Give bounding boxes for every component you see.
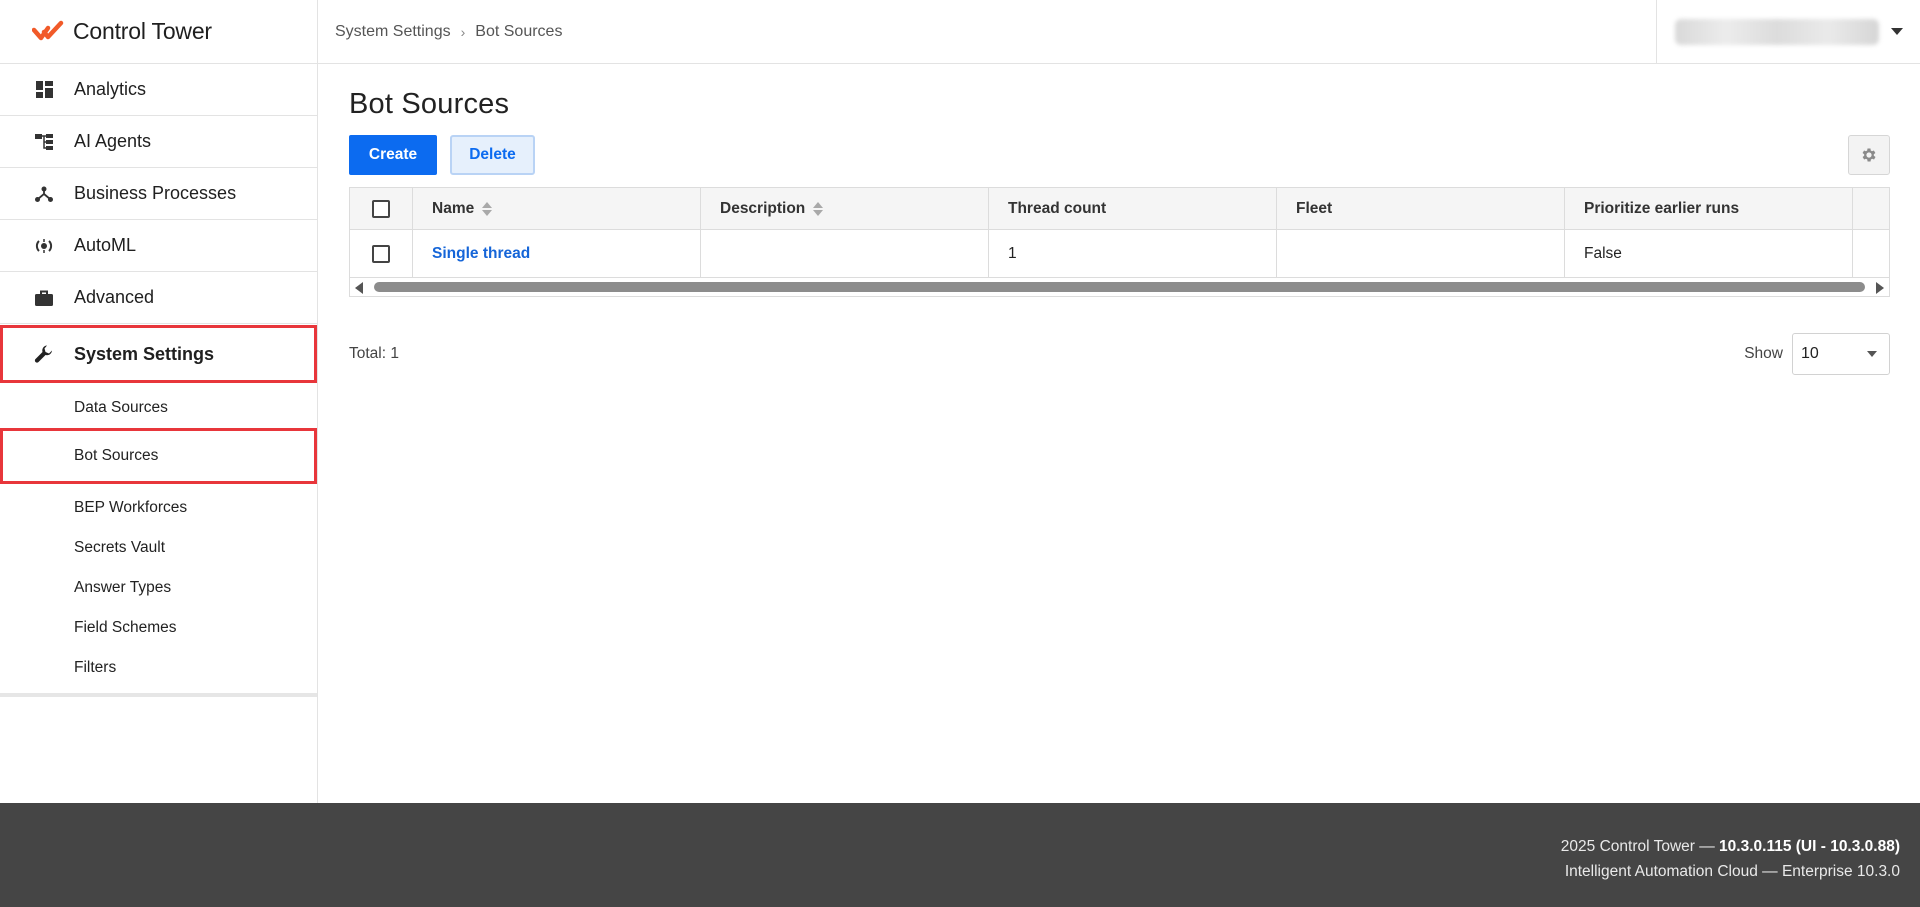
cell-thread-count: 1 bbox=[989, 230, 1277, 277]
table-header-row: Name Description Thread count Fleet Prio… bbox=[350, 188, 1889, 230]
create-button[interactable]: Create bbox=[349, 135, 437, 175]
sidebar-item-automl[interactable]: AutoML bbox=[0, 220, 317, 272]
submenu-item-filters[interactable]: Filters bbox=[0, 648, 317, 688]
wrench-icon bbox=[34, 344, 54, 364]
column-header-label: Prioritize earlier runs bbox=[1584, 199, 1740, 217]
total-count: Total: 1 bbox=[349, 345, 399, 362]
header-checkbox-cell bbox=[350, 188, 413, 229]
scroll-right-icon[interactable] bbox=[1876, 282, 1884, 294]
sidebar-item-label: AI Agents bbox=[74, 131, 152, 151]
sidebar-item-advanced[interactable]: Advanced bbox=[0, 272, 317, 324]
column-header-prioritize-earlier-runs: Prioritize earlier runs bbox=[1565, 188, 1853, 229]
cell-description bbox=[701, 230, 989, 277]
cell-prioritize-earlier-runs: False bbox=[1565, 230, 1853, 277]
breadcrumb-parent-link[interactable]: System Settings bbox=[335, 23, 451, 41]
control-tower-logo-icon bbox=[32, 20, 64, 40]
sidebar-item-label: System Settings bbox=[74, 343, 215, 364]
pagination-bar: Total: 1 Show 10 bbox=[349, 333, 1890, 375]
sort-icon bbox=[482, 201, 493, 216]
submenu-item-secrets-vault[interactable]: Secrets Vault bbox=[0, 528, 317, 568]
automl-icon bbox=[34, 236, 54, 256]
hierarchy-icon bbox=[34, 132, 54, 152]
sidebar-item-system-settings[interactable]: System Settings bbox=[0, 325, 317, 383]
delete-button[interactable]: Delete bbox=[450, 135, 535, 175]
top-bar: System Settings › Bot Sources bbox=[318, 0, 1920, 64]
sidebar-item-analytics[interactable]: Analytics bbox=[0, 64, 317, 116]
sidebar-item-label: Advanced bbox=[74, 287, 155, 307]
select-all-checkbox[interactable] bbox=[372, 199, 390, 218]
page-size-label: Show bbox=[1744, 345, 1783, 362]
briefcase-icon bbox=[34, 288, 54, 308]
submenu-item-bot-sources[interactable]: Bot Sources bbox=[0, 428, 317, 484]
main-content: Bot Sources Create Delete Name Descripti… bbox=[349, 64, 1890, 375]
toolbar: Create Delete bbox=[349, 135, 1890, 175]
gear-icon bbox=[1862, 148, 1876, 162]
column-header-thread-count: Thread count bbox=[989, 188, 1277, 229]
horizontal-scrollbar[interactable] bbox=[350, 277, 1889, 296]
footer-version: 10.3.0.115 (UI - 10.3.0.88) bbox=[1719, 838, 1900, 855]
cell-name: Single thread bbox=[413, 230, 701, 277]
page-title: Bot Sources bbox=[349, 88, 510, 120]
column-header-name[interactable]: Name bbox=[413, 188, 701, 229]
page-size-control: Show 10 bbox=[1744, 333, 1890, 375]
column-header-fleet: Fleet bbox=[1277, 188, 1565, 229]
sidebar-item-business-processes[interactable]: Business Processes bbox=[0, 168, 317, 220]
submenu-item-answer-types[interactable]: Answer Types bbox=[0, 568, 317, 608]
bot-source-name-link[interactable]: Single thread bbox=[432, 245, 530, 263]
chevron-down-icon bbox=[1867, 351, 1877, 357]
submenu-item-field-schemes[interactable]: Field Schemes bbox=[0, 608, 317, 648]
sidebar-item-ai-agents[interactable]: AI Agents bbox=[0, 116, 317, 168]
footer-edition: Intelligent Automation Cloud — Enterpris… bbox=[1564, 863, 1900, 880]
scrollbar-thumb[interactable] bbox=[374, 282, 1865, 292]
page-size-value: 10 bbox=[1801, 345, 1819, 362]
sidebar: Control Tower Analytics AI Agents Busine… bbox=[0, 0, 318, 803]
chevron-right-icon: › bbox=[460, 23, 466, 40]
table-row: Single thread 1 False bbox=[350, 230, 1889, 277]
column-header-label: Description bbox=[720, 199, 806, 217]
footer-version-line: 2025 Control Tower — 10.3.0.115 (UI - 10… bbox=[0, 834, 1900, 859]
sidebar-item-label: Business Processes bbox=[74, 183, 237, 203]
cell-spacer bbox=[1853, 230, 1888, 277]
footer-copyright: 2025 Control Tower — bbox=[1560, 838, 1720, 855]
bot-sources-table: Name Description Thread count Fleet Prio… bbox=[349, 187, 1890, 297]
sidebar-item-label: AutoML bbox=[74, 235, 137, 255]
system-settings-submenu: Data Sources Bot Sources BEP Workforces … bbox=[0, 383, 317, 697]
sort-icon bbox=[813, 201, 824, 216]
brand-logo[interactable]: Control Tower bbox=[0, 0, 317, 64]
column-header-label: Thread count bbox=[1008, 199, 1107, 217]
column-header-label: Fleet bbox=[1296, 199, 1333, 217]
cell-fleet bbox=[1277, 230, 1565, 277]
brand-name: Control Tower bbox=[73, 18, 212, 44]
column-header-label: Name bbox=[432, 199, 475, 217]
row-checkbox-cell bbox=[350, 230, 413, 277]
row-checkbox[interactable] bbox=[372, 244, 390, 263]
table-settings-button[interactable] bbox=[1848, 135, 1890, 175]
submenu-item-bep-workforces[interactable]: BEP Workforces bbox=[0, 488, 317, 528]
column-header-spacer bbox=[1853, 188, 1888, 229]
breadcrumb: System Settings › Bot Sources bbox=[318, 23, 562, 41]
submenu-item-data-sources[interactable]: Data Sources bbox=[0, 388, 317, 428]
column-header-description[interactable]: Description bbox=[701, 188, 989, 229]
user-menu[interactable] bbox=[1656, 0, 1920, 63]
dashboard-icon bbox=[34, 80, 54, 100]
chevron-down-icon bbox=[1891, 28, 1903, 35]
breadcrumb-current: Bot Sources bbox=[475, 22, 563, 40]
sidebar-item-label: Analytics bbox=[74, 79, 147, 99]
avatar bbox=[1675, 18, 1879, 45]
scroll-left-icon[interactable] bbox=[355, 282, 363, 294]
page-footer: 2025 Control Tower — 10.3.0.115 (UI - 10… bbox=[0, 803, 1920, 907]
process-icon bbox=[34, 184, 54, 204]
page-size-select[interactable]: 10 bbox=[1792, 333, 1890, 375]
